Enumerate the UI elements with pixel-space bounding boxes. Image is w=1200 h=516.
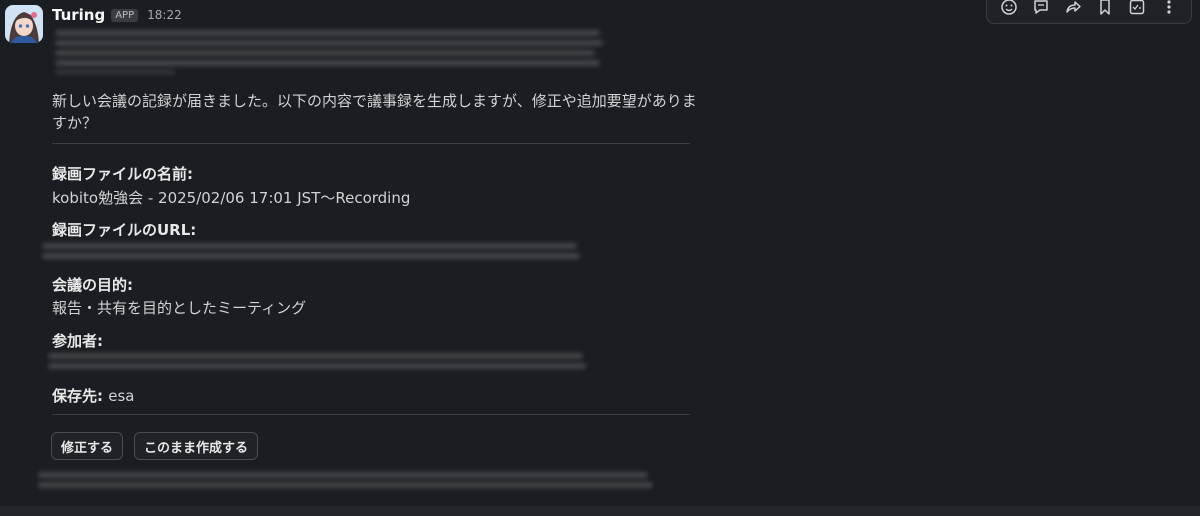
redacted-text — [38, 482, 653, 488]
footer-strip — [0, 506, 1200, 516]
redacted-text — [55, 70, 175, 74]
file-name-label: 録画ファイルの名前: — [52, 165, 193, 183]
redacted-participants — [48, 353, 583, 359]
reply-thread-icon[interactable] — [1031, 0, 1051, 17]
participants-label: 参加者: — [52, 332, 103, 350]
redacted-text — [38, 472, 648, 478]
redacted-text — [55, 60, 600, 66]
checklist-icon[interactable] — [1127, 0, 1147, 17]
timestamp[interactable]: 18:22 — [147, 8, 182, 22]
more-actions-icon[interactable] — [1159, 0, 1179, 17]
redacted-url[interactable] — [42, 243, 577, 249]
emoji-reaction-icon[interactable] — [999, 0, 1019, 17]
redacted-text — [55, 40, 603, 46]
forward-icon[interactable] — [1063, 0, 1083, 17]
message-actions-toolbar — [986, 0, 1192, 24]
file-url-label: 録画ファイルのURL: — [52, 221, 197, 239]
divider — [52, 414, 690, 415]
purpose-value: 報告・共有を目的としたミーティング — [52, 299, 307, 317]
destination-value: esa — [108, 387, 135, 405]
destination-label-text: 保存先: — [52, 387, 103, 405]
avatar[interactable] — [5, 5, 43, 43]
message-header: Turing APP 18:22 — [52, 6, 182, 24]
sender-name[interactable]: Turing — [52, 6, 105, 24]
divider — [52, 143, 690, 144]
file-name-value: kobito勉強会 - 2025/02/06 17:01 JST〜Recordi… — [52, 189, 411, 207]
redacted-text — [55, 50, 595, 56]
redacted-participants — [48, 363, 586, 369]
app-badge: APP — [111, 8, 139, 22]
intro-message: 新しい会議の記録が届きました。以下の内容で議事録を生成しますが、修正や追加要望が… — [52, 92, 697, 132]
destination-label: 保存先: esa — [52, 385, 134, 406]
redacted-text — [55, 30, 600, 36]
bookmark-icon[interactable] — [1095, 0, 1115, 17]
purpose-label: 会議の目的: — [52, 276, 133, 294]
redacted-url[interactable] — [42, 253, 580, 259]
create-as-is-button[interactable]: このまま作成する — [134, 432, 259, 460]
edit-button[interactable]: 修正する — [51, 432, 124, 460]
